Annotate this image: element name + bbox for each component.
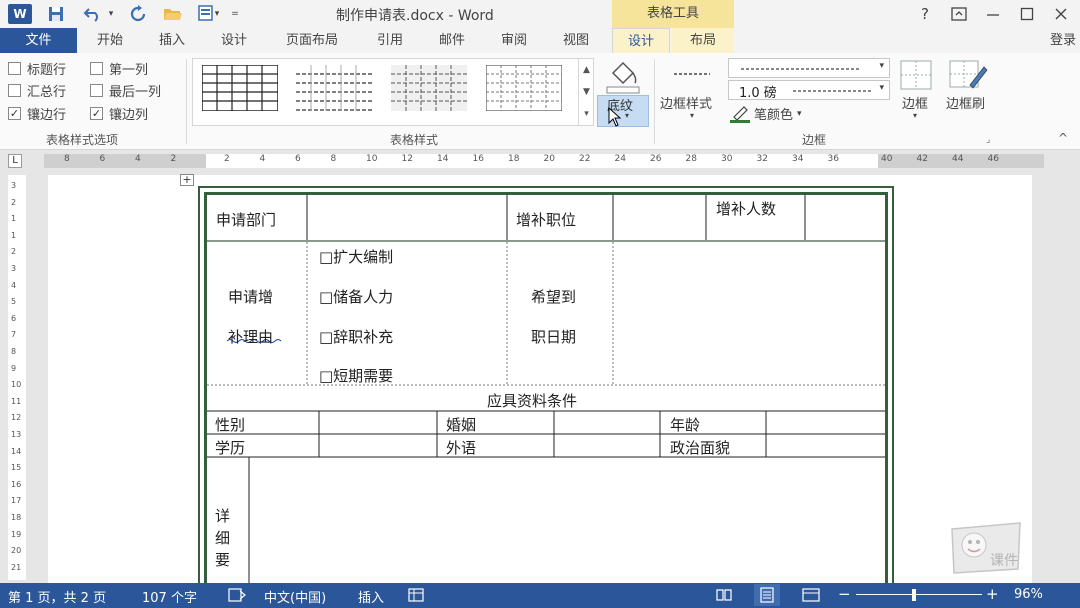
cell-position-label[interactable]: 增补职位 xyxy=(516,209,576,230)
cell-headcount-label[interactable]: 增补人数 xyxy=(716,199,796,219)
cell-political-label[interactable]: 政治面貌 xyxy=(670,437,730,458)
cell-date-label-line2[interactable]: 职日期 xyxy=(531,326,576,347)
option-reserve-staff[interactable]: □储备人力 xyxy=(319,286,393,307)
option-short-term[interactable]: □短期需要 xyxy=(319,365,393,386)
cell-education-label[interactable]: 学历 xyxy=(215,437,245,458)
cell-gender-label[interactable]: 性别 xyxy=(215,414,245,435)
cell-reason-label-line1[interactable]: 申请增 xyxy=(228,286,273,307)
web-layout-icon[interactable] xyxy=(802,587,820,607)
cell-language-label[interactable]: 外语 xyxy=(446,437,476,458)
insert-mode-status[interactable]: 插入 xyxy=(358,587,384,606)
zoom-slider-thumb[interactable] xyxy=(912,589,916,601)
courseware-watermark-logo: 课件 xyxy=(951,522,1021,574)
cell-date-label-line1[interactable]: 希望到 xyxy=(531,286,576,307)
cell-reason-label-line2[interactable]: 补理由 xyxy=(228,326,273,347)
word-count-status[interactable]: 107 个字 xyxy=(142,587,197,606)
proofing-icon[interactable] xyxy=(228,587,246,607)
macro-recording-icon[interactable] xyxy=(408,587,426,607)
zoom-level[interactable]: 96% xyxy=(1014,587,1043,602)
cell-dept-label[interactable]: 申请部门 xyxy=(216,209,276,230)
print-layout-icon[interactable] xyxy=(754,584,780,606)
option-replace-resignation[interactable]: □辞职补充 xyxy=(319,326,393,347)
status-bar: 第 1 页，共 2 页 107 个字 中文(中国) 插入 − + 96% xyxy=(0,583,1080,608)
cell-marriage-label[interactable]: 婚姻 xyxy=(446,414,476,435)
read-mode-icon[interactable] xyxy=(716,587,732,607)
cell-detail-label[interactable]: 详细要 xyxy=(215,505,235,571)
cell-requirements-header[interactable]: 应具资料条件 xyxy=(487,390,577,411)
zoom-in-icon[interactable]: + xyxy=(986,585,999,603)
page-count-status[interactable]: 第 1 页，共 2 页 xyxy=(8,587,106,606)
language-status[interactable]: 中文(中国) xyxy=(264,587,326,606)
zoom-slider-track[interactable] xyxy=(856,594,982,595)
option-expand-staff[interactable]: □扩大编制 xyxy=(319,246,393,267)
cell-age-label[interactable]: 年龄 xyxy=(670,414,700,435)
svg-text:课件: 课件 xyxy=(990,553,1018,569)
zoom-out-icon[interactable]: − xyxy=(838,585,851,603)
